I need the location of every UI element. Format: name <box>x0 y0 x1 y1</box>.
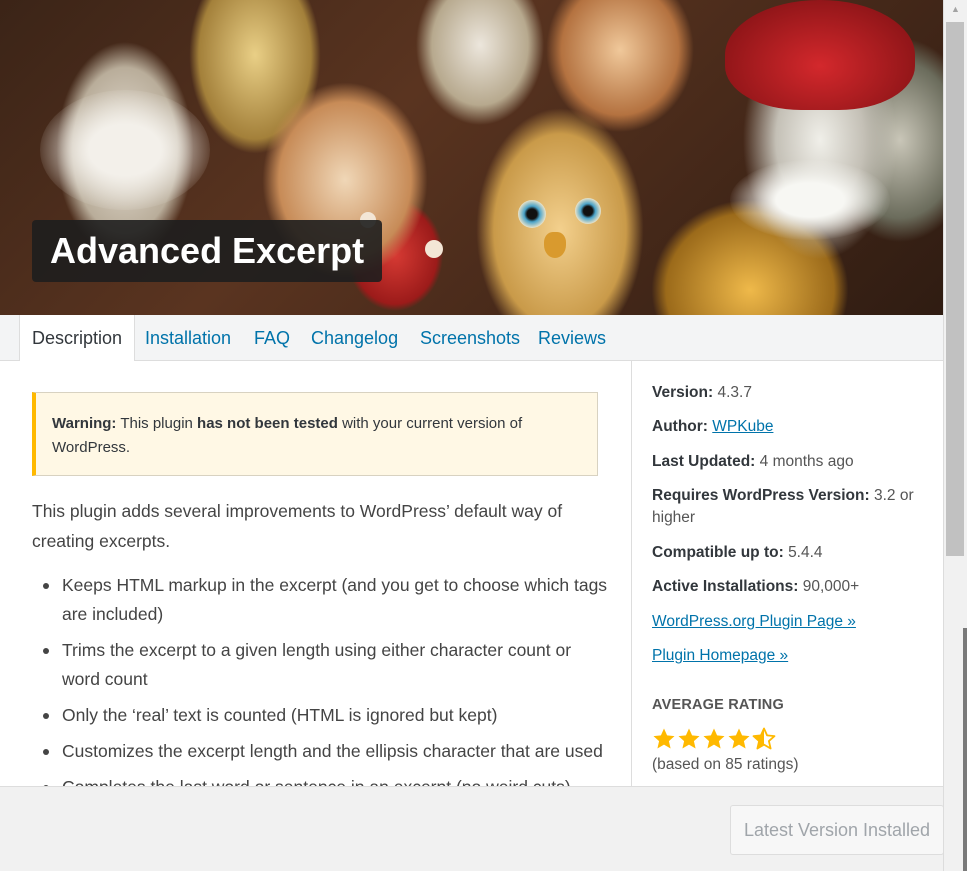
banner-decoration <box>725 0 915 110</box>
latest-version-installed-button: Latest Version Installed <box>730 805 943 855</box>
description-content: Warning: This plugin has not been tested… <box>0 361 631 786</box>
tab-screenshots[interactable]: Screenshots <box>420 315 520 361</box>
star-full-icon <box>703 728 725 749</box>
meta-label: Version: <box>652 384 714 401</box>
plugin-homepage-link[interactable]: Plugin Homepage » <box>652 645 788 667</box>
list-item: Completes the last word or sentence in a… <box>32 773 612 786</box>
meta-label: Requires WordPress Version: <box>652 487 870 504</box>
banner-decoration <box>40 90 210 210</box>
tab-changelog[interactable]: Changelog <box>311 315 398 361</box>
notice-strong-mid: has not been tested <box>197 415 338 432</box>
feature-list: Keeps HTML markup in the excerpt (and yo… <box>32 571 612 786</box>
rating-count: (based on 85 ratings) <box>652 756 799 773</box>
meta-label: Author: <box>652 418 708 435</box>
plugin-details-modal: Advanced Excerpt Description Installatio… <box>0 0 943 871</box>
tab-installation[interactable]: Installation <box>145 315 231 361</box>
meta-value: 90,000+ <box>802 578 860 595</box>
list-item: Trims the excerpt to a given length usin… <box>32 636 612 694</box>
meta-label: Active Installations: <box>652 578 799 595</box>
tab-faq[interactable]: FAQ <box>254 315 290 361</box>
window-edge <box>963 628 967 871</box>
plugin-banner: Advanced Excerpt <box>0 0 943 315</box>
banner-decoration <box>575 198 601 224</box>
meta-label: Compatible up to: <box>652 544 784 561</box>
list-item: Keeps HTML markup in the excerpt (and yo… <box>32 571 612 629</box>
scroll-thumb[interactable] <box>946 22 964 556</box>
author-link[interactable]: WPKube <box>712 418 773 435</box>
warning-notice: Warning: This plugin has not been tested… <box>32 392 598 476</box>
meta-installations: Active Installations: 90,000+ <box>652 576 922 598</box>
meta-last-updated: Last Updated: 4 months ago <box>652 451 922 473</box>
list-item: Customizes the excerpt length and the el… <box>32 737 612 766</box>
meta-author: Author: WPKube <box>652 416 922 438</box>
notice-text: This plugin <box>116 415 198 432</box>
star-full-icon <box>728 728 750 749</box>
star-rating <box>652 727 776 753</box>
modal-footer: Latest Version Installed <box>0 786 943 871</box>
tab-description[interactable]: Description <box>19 315 136 362</box>
banner-decoration <box>544 232 566 258</box>
plugin-title: Advanced Excerpt <box>32 220 383 282</box>
star-half-icon <box>752 727 776 750</box>
banner-decoration <box>518 200 546 228</box>
notice-strong-prefix: Warning: <box>52 415 117 432</box>
banner-decoration <box>730 160 890 240</box>
meta-value: 5.4.4 <box>788 544 823 561</box>
description-intro: This plugin adds several improvements to… <box>32 501 563 551</box>
meta-requires: Requires WordPress Version: 3.2 or highe… <box>652 485 922 529</box>
star-full-icon <box>678 728 700 749</box>
meta-value: 4 months ago <box>759 453 854 470</box>
tab-reviews[interactable]: Reviews <box>538 315 606 361</box>
average-rating-heading: AVERAGE RATING <box>652 697 784 713</box>
list-item: Only the ‘real’ text is counted (HTML is… <box>32 701 612 730</box>
scroll-up-arrow-icon[interactable]: ▲ <box>944 0 967 18</box>
meta-value: 4.3.7 <box>717 384 752 401</box>
star-full-icon <box>653 728 675 749</box>
meta-label: Last Updated: <box>652 453 756 470</box>
plugin-tabs: Description Installation FAQ Changelog S… <box>0 315 943 362</box>
banner-decoration <box>425 240 443 258</box>
wordpress-plugin-page-link[interactable]: WordPress.org Plugin Page » <box>652 611 856 633</box>
meta-version: Version: 4.3.7 <box>652 382 922 404</box>
meta-compatible: Compatible up to: 5.4.4 <box>652 542 922 564</box>
plugin-meta-sidebar: Version: 4.3.7 Author: WPKube Last Updat… <box>631 361 943 786</box>
